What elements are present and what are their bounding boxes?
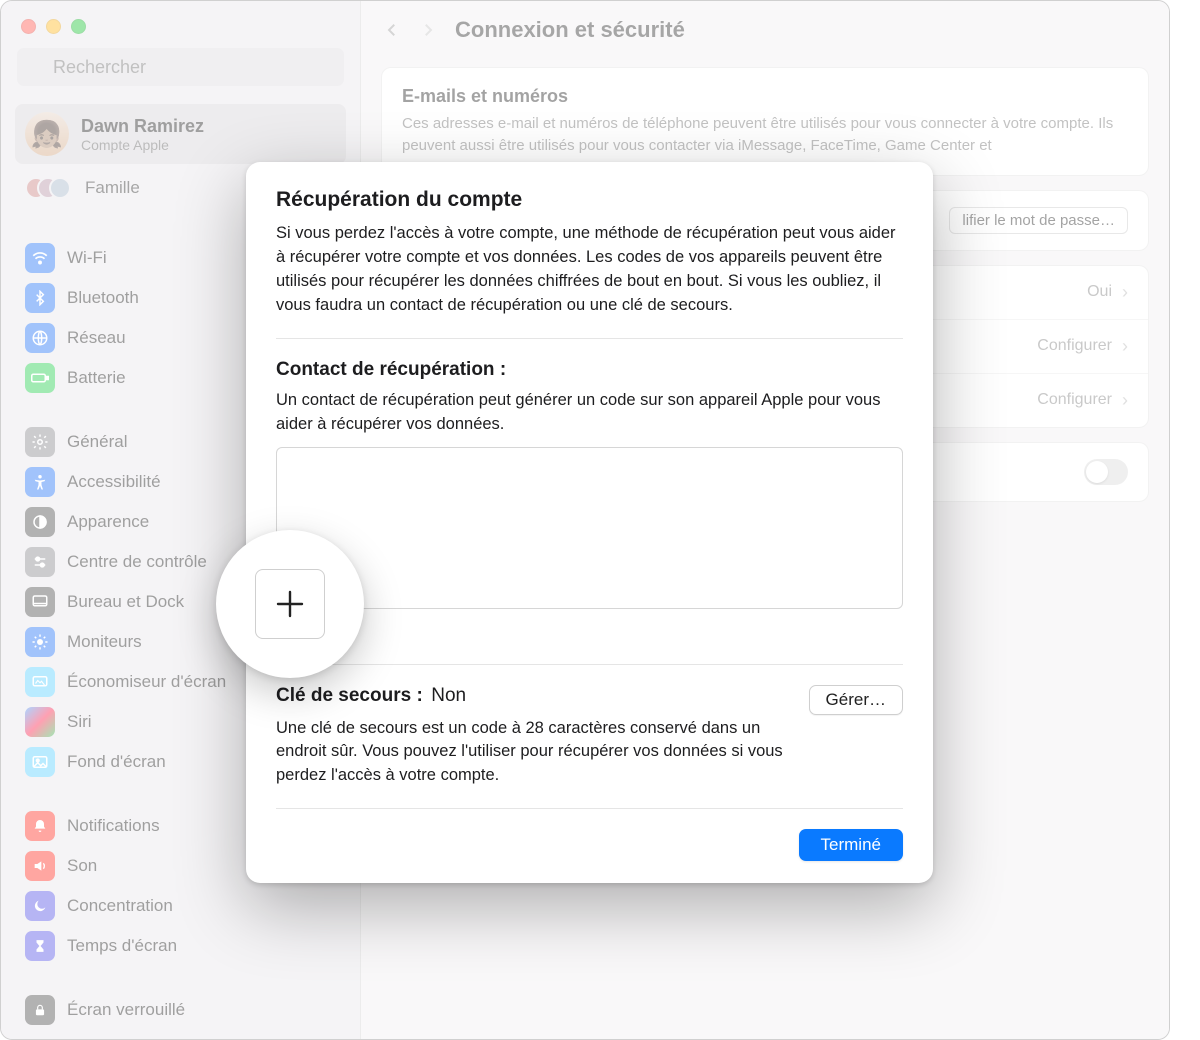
search-input[interactable] — [17, 48, 344, 86]
moon-icon — [25, 891, 55, 921]
battery-icon — [25, 363, 55, 393]
plus-icon — [255, 569, 325, 639]
sidebar-item-label: Famille — [85, 178, 140, 198]
panel-heading: E-mails et numéros — [402, 86, 1128, 107]
speaker-icon — [25, 851, 55, 881]
modal-intro: Si vous perdez l'accès à votre compte, u… — [276, 222, 903, 318]
recovery-key-desc: Une clé de secours est un code à 28 cara… — [276, 717, 791, 789]
siri-icon — [25, 707, 55, 737]
recovery-contact-title: Contact de récupération : — [276, 359, 903, 381]
sidebar-item-label: Concentration — [67, 896, 173, 916]
bell-icon — [25, 811, 55, 841]
change-password-button[interactable]: lifier le mot de passe… — [949, 207, 1128, 234]
done-button[interactable]: Terminé — [799, 829, 903, 861]
hourglass-icon — [25, 931, 55, 961]
topbar: Connexion et sécurité — [361, 1, 1169, 53]
avatar: 👧🏽 — [25, 112, 69, 156]
sidebar-item-focus[interactable]: Concentration — [15, 886, 346, 926]
sidebar-item-label: Économiseur d'écran — [67, 672, 226, 692]
row-value: Oui — [1087, 283, 1112, 301]
sidebar-item-label: Bluetooth — [67, 288, 139, 308]
sidebar-item-label: Réseau — [67, 328, 126, 348]
sidebar-item-label: Batterie — [67, 368, 126, 388]
manage-recovery-key-button[interactable]: Gérer… — [809, 685, 903, 715]
close-window-button[interactable] — [21, 19, 36, 34]
sidebar-item-screen-time[interactable]: Temps d'écran — [15, 926, 346, 966]
recovery-key-value: Non — [431, 685, 466, 706]
sidebar-item-label: Son — [67, 856, 97, 876]
accessibility-icon — [25, 467, 55, 497]
row-value: Configurer — [1037, 391, 1112, 409]
toggle-switch[interactable] — [1084, 459, 1128, 485]
minimize-window-button[interactable] — [46, 19, 61, 34]
fullscreen-window-button[interactable] — [71, 19, 86, 34]
sidebar-item-label: Écran verrouillé — [67, 1000, 185, 1020]
chevron-right-icon: › — [1122, 282, 1128, 303]
chevron-right-icon: › — [1122, 336, 1128, 357]
sidebar-item-label: Fond d'écran — [67, 752, 166, 772]
sidebar-item-label: Moniteurs — [67, 632, 142, 652]
family-avatars-icon — [25, 174, 73, 202]
chevron-right-icon: › — [1122, 390, 1128, 411]
sidebar-item-label: Apparence — [67, 512, 149, 532]
account-name: Dawn Ramirez — [81, 116, 204, 137]
recovery-contact-desc: Un contact de récupération peut générer … — [276, 389, 903, 437]
sidebar-item-label: Général — [67, 432, 127, 452]
control-center-icon — [25, 547, 55, 577]
modal-title: Récupération du compte — [276, 188, 903, 212]
magnified-add-button-callout — [216, 530, 364, 678]
bluetooth-icon — [25, 283, 55, 313]
account-recovery-modal: Récupération du compte Si vous perdez l'… — [246, 162, 933, 883]
wallpaper-icon — [25, 747, 55, 777]
emails-numbers-panel: E-mails et numéros Ces adresses e-mail e… — [381, 67, 1149, 176]
sidebar-item-label: Notifications — [67, 816, 160, 836]
sidebar-item-account[interactable]: 👧🏽 Dawn Ramirez Compte Apple — [15, 104, 346, 164]
account-subtitle: Compte Apple — [81, 137, 204, 153]
displays-icon — [25, 627, 55, 657]
wifi-icon — [25, 243, 55, 273]
sidebar-item-label: Wi-Fi — [67, 248, 107, 268]
sidebar-item-label: Siri — [67, 712, 92, 732]
desktop-dock-icon — [25, 587, 55, 617]
sidebar-item-label: Centre de contrôle — [67, 552, 207, 572]
gear-icon — [25, 427, 55, 457]
back-button[interactable] — [383, 18, 401, 42]
globe-icon — [25, 323, 55, 353]
sidebar-item-label: Accessibilité — [67, 472, 161, 492]
sidebar-item-label: Bureau et Dock — [67, 592, 184, 612]
panel-description: Ces adresses e-mail et numéros de téléph… — [402, 113, 1128, 157]
sidebar-item-lock-screen[interactable]: Écran verrouillé — [15, 990, 346, 1030]
sidebar-item-label: Temps d'écran — [67, 936, 177, 956]
recovery-key-label: Clé de secours : — [276, 685, 423, 706]
page-title: Connexion et sécurité — [455, 17, 685, 43]
row-value: Configurer — [1037, 337, 1112, 355]
window-controls — [1, 1, 360, 48]
screensaver-icon — [25, 667, 55, 697]
recovery-contact-list[interactable] — [276, 447, 903, 609]
lock-icon — [25, 995, 55, 1025]
forward-button[interactable] — [419, 18, 437, 42]
appearance-icon — [25, 507, 55, 537]
